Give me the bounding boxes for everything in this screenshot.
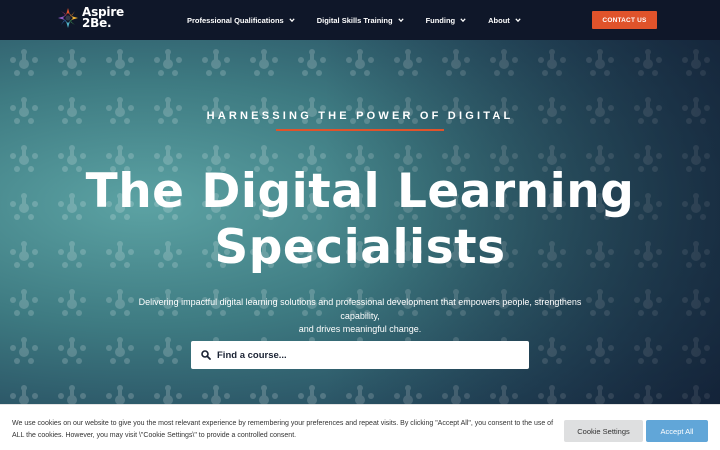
hero-eyebrow: HARNESSING THE POWER OF DIGITAL [206, 110, 514, 122]
logo-wordmark: Aspire 2Be. [82, 6, 124, 30]
chevron-down-icon [397, 18, 404, 23]
nav-digital-skills-training[interactable]: Digital Skills Training [317, 16, 404, 25]
main-nav: Professional Qualifications Digital Skil… [187, 0, 543, 40]
nav-funding[interactable]: Funding [426, 16, 467, 25]
cookie-message-line-2: ALL the cookies. However, you may visit … [12, 431, 297, 439]
nav-label: Digital Skills Training [316, 15, 393, 25]
site-header: Aspire 2Be. Professional Qualifications … [0, 0, 720, 40]
contact-us-button[interactable]: CONTACT US [592, 11, 657, 29]
logo-line-2: 2Be. [82, 16, 112, 30]
headline-line-2: Specialists [214, 220, 506, 275]
eyebrow-underline [276, 129, 444, 131]
aspire-logo-icon [58, 8, 78, 28]
course-search-box[interactable] [191, 341, 529, 369]
nav-label: About [488, 15, 510, 25]
cookie-message: We use cookies on our website to give yo… [12, 418, 557, 441]
nav-label: Professional Qualifications [187, 15, 284, 25]
subtext-line-1: Delivering impactful digital learning so… [138, 297, 582, 321]
cookie-consent-bar: We use cookies on our website to give yo… [0, 404, 720, 450]
course-search-input[interactable] [217, 349, 517, 361]
search-icon[interactable] [201, 350, 211, 360]
cookie-message-line-1: We use cookies on our website to give yo… [12, 420, 554, 427]
chevron-down-icon [460, 18, 466, 23]
nav-label: Funding [425, 15, 456, 25]
site-logo[interactable]: Aspire 2Be. [57, 6, 124, 30]
nav-professional-qualifications[interactable]: Professional Qualifications [187, 16, 295, 25]
subtext-line-2: and drives meaningful change. [298, 324, 422, 334]
chevron-down-icon [289, 18, 295, 23]
nav-about[interactable]: About [488, 16, 521, 25]
headline-line-1: The Digital Learning [85, 164, 635, 219]
hero-section: HARNESSING THE POWER OF DIGITAL The Digi… [0, 40, 720, 450]
hero-subtext: Delivering impactful digital learning so… [120, 296, 600, 337]
hero-headline: The Digital Learning Specialists [0, 164, 720, 276]
chevron-down-icon [515, 18, 521, 23]
cookie-settings-button[interactable]: Cookie Settings [564, 420, 643, 442]
accept-all-button[interactable]: Accept All [646, 420, 708, 442]
